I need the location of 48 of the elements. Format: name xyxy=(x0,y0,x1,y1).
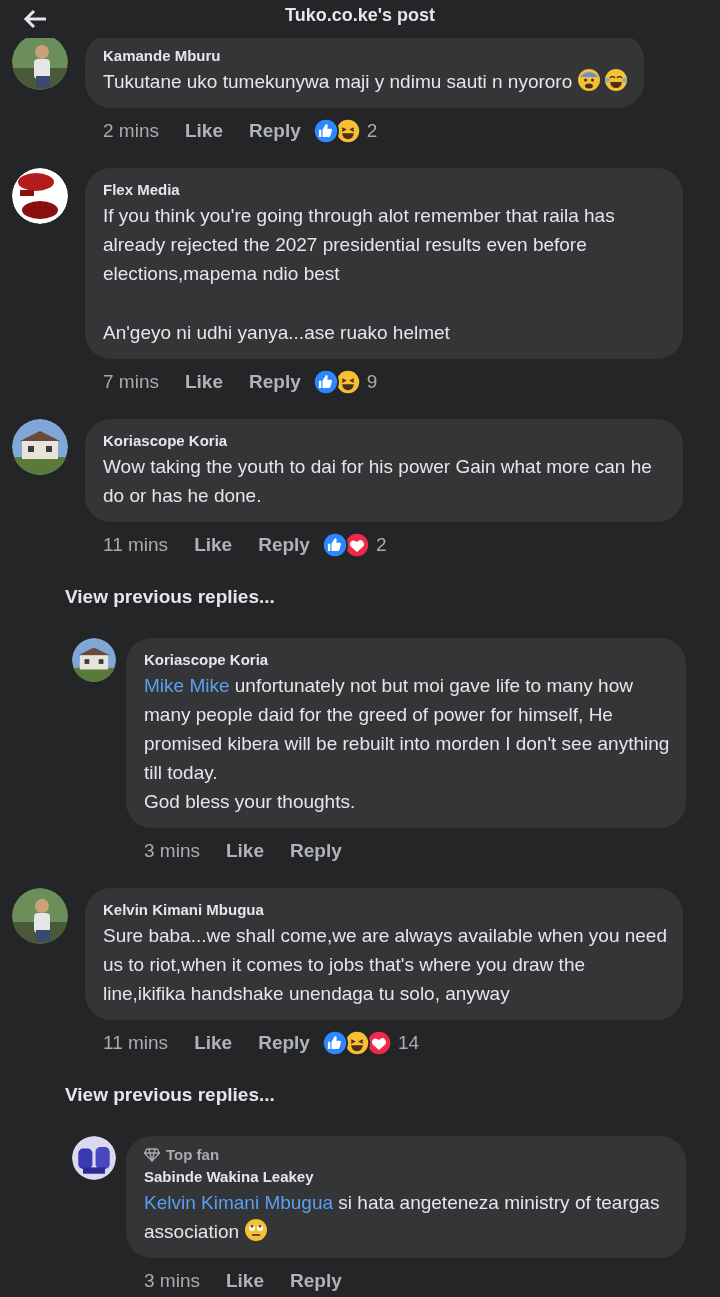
reply-link[interactable]: Reply xyxy=(249,120,301,142)
like-link[interactable]: Like xyxy=(194,534,233,556)
top-fan-badge: Top fan xyxy=(144,1144,670,1166)
reply-link[interactable]: Reply xyxy=(290,840,342,862)
like-reaction-icon xyxy=(312,369,339,395)
mention-link[interactable]: Mike Mike xyxy=(144,675,230,696)
reaction-count[interactable]: 2 xyxy=(375,534,387,556)
comment-text: Kelvin Kimani Mbugua si hata angeteneza ministry of teargas association xyxy=(144,1191,661,1244)
timestamp: 2 mins xyxy=(103,120,159,142)
mention-link[interactable]: Kelvin Kimani Mbugua xyxy=(144,1192,334,1213)
reply-link[interactable]: Reply xyxy=(258,534,310,556)
comment-text: Wow taking the youth to dai for his power Gain what more can he do or has he done. xyxy=(103,455,653,508)
timestamp: 3 mins xyxy=(144,1270,200,1292)
reaction-count[interactable]: 2 xyxy=(366,120,378,142)
anxious-face-icon xyxy=(577,68,602,92)
author-name[interactable]: Sabinde Wakina Leakey xyxy=(144,1167,670,1187)
timestamp: 11 mins xyxy=(103,534,169,556)
comment-text: Tukutane uko tumekunywa maji y ndimu sauti n nyororo xyxy=(103,67,629,96)
like-link[interactable]: Like xyxy=(184,371,223,393)
author-name[interactable]: Kamande Mburu xyxy=(103,46,629,66)
eye-roll-face-icon xyxy=(244,1218,269,1242)
like-reaction-icon xyxy=(321,532,348,558)
timestamp: 3 mins xyxy=(144,840,200,862)
comment-text: Sure baba...we shall come,we are always available when you need us to riot,when it comes to jobs that's where you draw the line,ikifika handshake unendaga tu solo, anyway xyxy=(103,924,667,1006)
page-title: Tuko.co.ke's post xyxy=(285,5,435,26)
like-reaction-icon xyxy=(321,1030,348,1056)
reaction-count[interactable]: 14 xyxy=(397,1032,420,1054)
like-link[interactable]: Like xyxy=(194,1032,233,1054)
like-link[interactable]: Like xyxy=(225,840,264,862)
timestamp: 7 mins xyxy=(103,371,159,393)
view-previous-replies-link[interactable]: View previous replies... xyxy=(0,1084,275,1106)
reply-link[interactable]: Reply xyxy=(249,371,301,393)
author-name[interactable]: Kelvin Kimani Mbugua xyxy=(103,900,667,920)
like-reaction-icon xyxy=(312,118,339,144)
author-name[interactable]: Flex Media xyxy=(103,180,667,200)
author-name[interactable]: Koriascope Koria xyxy=(144,650,670,670)
like-link[interactable]: Like xyxy=(225,1270,264,1292)
timestamp: 11 mins xyxy=(103,1032,169,1054)
like-link[interactable]: Like xyxy=(184,120,223,142)
comment-text: If you think you're going through alot remember that raila has already rejected the 2027 presidential results even before elections,mapema ndio best xyxy=(103,204,616,286)
reply-link[interactable]: Reply xyxy=(290,1270,342,1292)
view-previous-replies-link[interactable]: View previous replies... xyxy=(0,586,275,608)
comment-text: Mike Mike unfortunately not but moi gave life to many how many people daid for the greed of power for himself, He promised kibera will be rebuilt into morden I don't see anything till today. God bless your thoughts. xyxy=(144,674,670,814)
comment-text: An'geyo ni udhi yanya...ase ruako helmet xyxy=(103,321,451,345)
laughing-face-icon xyxy=(604,68,629,92)
reply-link[interactable]: Reply xyxy=(258,1032,310,1054)
reaction-count[interactable]: 9 xyxy=(366,371,378,393)
author-name[interactable]: Koriascope Koria xyxy=(103,431,667,451)
